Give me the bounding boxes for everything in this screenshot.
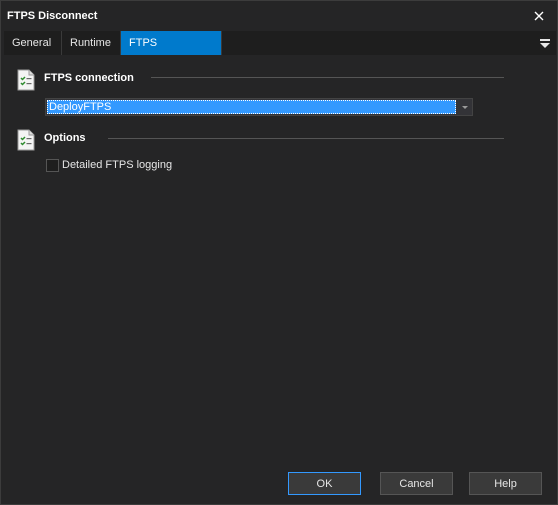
checklist-icon — [17, 129, 35, 151]
tab-ftps-disconnect[interactable]: FTPS Disconnect — [121, 31, 222, 73]
tab-menu-button[interactable] — [538, 35, 552, 51]
tab-label: Runtime — [70, 37, 111, 49]
detailed-ftps-logging-checkbox[interactable] — [46, 159, 59, 172]
section-title-connection: FTPS connection — [44, 72, 134, 84]
chevron-down-icon — [462, 106, 468, 109]
dialog-window: FTPS Disconnect General Runtime FTPS Dis… — [0, 0, 558, 505]
detailed-ftps-logging-label: Detailed FTPS logging — [62, 159, 173, 171]
close-icon — [534, 11, 544, 21]
menu-dropdown-icon — [540, 39, 550, 48]
section-divider — [108, 138, 504, 139]
tab-general[interactable]: General — [4, 31, 62, 55]
close-button[interactable] — [529, 6, 549, 26]
checklist-icon — [17, 69, 35, 91]
ftps-connection-select[interactable]: DeployFTPS — [45, 98, 473, 116]
tab-content: FTPS connection DeployFTPS Options Detai… — [4, 55, 556, 455]
window-title: FTPS Disconnect — [7, 10, 98, 22]
help-button[interactable]: Help — [469, 472, 542, 495]
ftps-connection-value: DeployFTPS — [47, 100, 456, 114]
title-bar: FTPS Disconnect — [1, 1, 557, 31]
section-title-options: Options — [44, 132, 86, 144]
tab-runtime[interactable]: Runtime — [62, 31, 121, 55]
tab-label: General — [12, 37, 52, 49]
section-divider — [151, 77, 504, 78]
cancel-button[interactable]: Cancel — [380, 472, 453, 495]
ok-button[interactable]: OK — [288, 472, 361, 495]
tab-bar: General Runtime FTPS Disconnect — [4, 31, 556, 73]
